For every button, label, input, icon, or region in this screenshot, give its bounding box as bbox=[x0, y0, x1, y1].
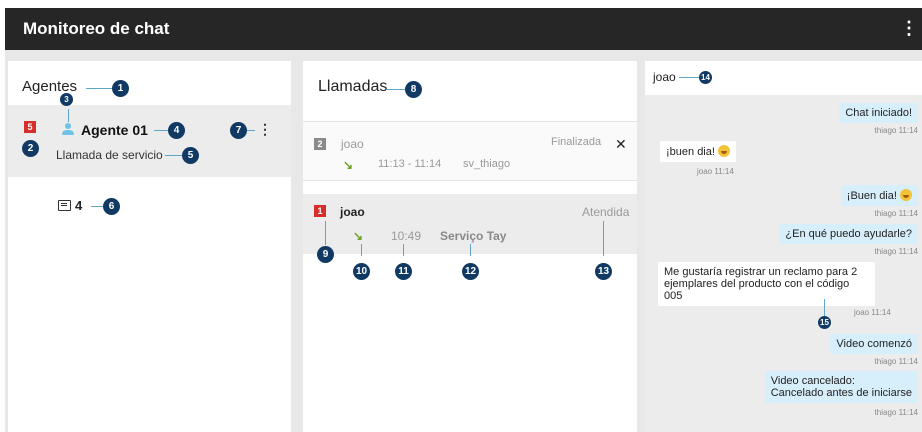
callout-line bbox=[603, 221, 604, 256]
callout-line bbox=[91, 206, 103, 207]
chat-message: Chat iniciado! bbox=[839, 103, 918, 123]
call-contact: joao bbox=[341, 137, 364, 151]
callout-line bbox=[165, 155, 182, 156]
callout-line bbox=[679, 77, 699, 78]
call-badge: 1 bbox=[314, 205, 326, 217]
callout-1: 1 bbox=[112, 80, 129, 97]
callout-11: 11 bbox=[395, 263, 412, 280]
chat-timestamp: thiago 11:14 bbox=[874, 357, 918, 366]
callout-line bbox=[86, 88, 112, 89]
agent-card[interactable]: 5 2 Agente 01 4 7 ⋮ Llamada de servicio … bbox=[8, 105, 291, 177]
callout-line bbox=[361, 244, 362, 256]
calls-title: Llamadas bbox=[318, 78, 388, 95]
callout-line bbox=[824, 299, 825, 316]
call-time: 11:13 - 11:14 bbox=[378, 158, 442, 170]
chat-timestamp: thiago 11:14 bbox=[874, 408, 918, 417]
callout-13: 13 bbox=[595, 263, 612, 280]
workspace: Agentes 1 5 2 Agente 01 4 7 ⋮ Llamada de… bbox=[5, 50, 922, 432]
callout-line bbox=[247, 130, 255, 131]
agent-options-icon[interactable]: ⋮ bbox=[258, 121, 272, 138]
callout-line bbox=[386, 89, 405, 90]
chat-message: Video comenzó bbox=[830, 334, 918, 354]
callout-line bbox=[403, 244, 404, 256]
chat-timestamp: thiago 11:14 bbox=[874, 126, 918, 135]
agent-activity: Llamada de servicio bbox=[56, 148, 163, 162]
callout-9: 9 bbox=[317, 246, 334, 263]
chat-timestamp: joao 11:14 bbox=[854, 308, 891, 317]
callout-line bbox=[68, 109, 69, 122]
callout-4: 4 bbox=[168, 122, 185, 139]
agent-chat-count: 4 bbox=[75, 198, 83, 213]
incoming-call-icon: ↘ bbox=[353, 229, 364, 243]
app-title: Monitoreo de chat bbox=[23, 19, 170, 38]
call-service: sv_thiago bbox=[463, 158, 511, 170]
call-service: Serviço Tay bbox=[440, 229, 507, 243]
call-item[interactable]: 2 joao Finalizada ✕ ↘ 11:13 - 11:14 sv_t… bbox=[303, 121, 637, 181]
callout-line bbox=[325, 221, 326, 245]
chat-icon bbox=[58, 200, 71, 211]
close-icon[interactable]: ✕ bbox=[615, 136, 627, 153]
chat-timestamp: thiago 11:14 bbox=[874, 247, 918, 256]
callout-10: 10 bbox=[353, 263, 370, 280]
incoming-call-icon: ↘ bbox=[343, 158, 354, 172]
chat-message: Video cancelado: Cancelado antes de inici… bbox=[764, 371, 918, 403]
callout-3: 3 bbox=[60, 93, 73, 106]
chat-contact-name: joao bbox=[653, 70, 676, 84]
chat-header: joao 14 bbox=[645, 61, 922, 95]
smile-emoji-icon bbox=[900, 189, 912, 201]
call-status: Atendida bbox=[582, 205, 630, 219]
agent-name[interactable]: Agente 01 bbox=[81, 122, 148, 138]
call-contact: joao bbox=[340, 205, 365, 219]
callout-6: 6 bbox=[103, 198, 120, 215]
callout-8: 8 bbox=[405, 81, 422, 98]
callout-14: 14 bbox=[699, 71, 712, 84]
chat-panel: joao 14 Chat iniciado! thiago 11:14 ¡bue… bbox=[645, 61, 922, 432]
callout-line bbox=[470, 244, 471, 256]
chat-message: ¡Buen dia! bbox=[840, 185, 918, 206]
chat-message: ¡buen dia! bbox=[660, 141, 736, 162]
callout-15: 15 bbox=[818, 316, 831, 329]
chat-message: ¿En qué puedo ayudarle? bbox=[779, 224, 918, 244]
chat-message: Me gustaría registrar un reclamo para 2e… bbox=[658, 262, 875, 306]
callout-12: 12 bbox=[462, 263, 479, 280]
call-badge: 2 bbox=[314, 138, 326, 150]
agent-status-badge: 5 bbox=[24, 121, 36, 133]
callout-2: 2 bbox=[22, 140, 39, 157]
chat-timestamp: joao 11:14 bbox=[697, 167, 734, 176]
more-vert-icon[interactable]: ⋮ bbox=[900, 18, 918, 39]
callout-line bbox=[154, 130, 168, 131]
call-status: Finalizada bbox=[551, 136, 602, 148]
smile-emoji-icon bbox=[718, 145, 730, 157]
call-item-active[interactable]: 1 joao Atendida ↘ 10:49 Serviço Tay bbox=[303, 194, 637, 256]
callout-7: 7 bbox=[230, 122, 247, 139]
agents-panel: Agentes 1 5 2 Agente 01 4 7 ⋮ Llamada de… bbox=[8, 61, 291, 432]
callout-5: 5 bbox=[182, 147, 199, 164]
calls-panel: Llamadas 8 2 joao Finalizada ✕ ↘ 11:13 -… bbox=[303, 61, 637, 432]
call-time: 10:49 bbox=[391, 229, 422, 243]
app-header: Monitoreo de chat ⋮ bbox=[5, 8, 922, 50]
chat-timestamp: thiago 11:14 bbox=[874, 209, 918, 218]
